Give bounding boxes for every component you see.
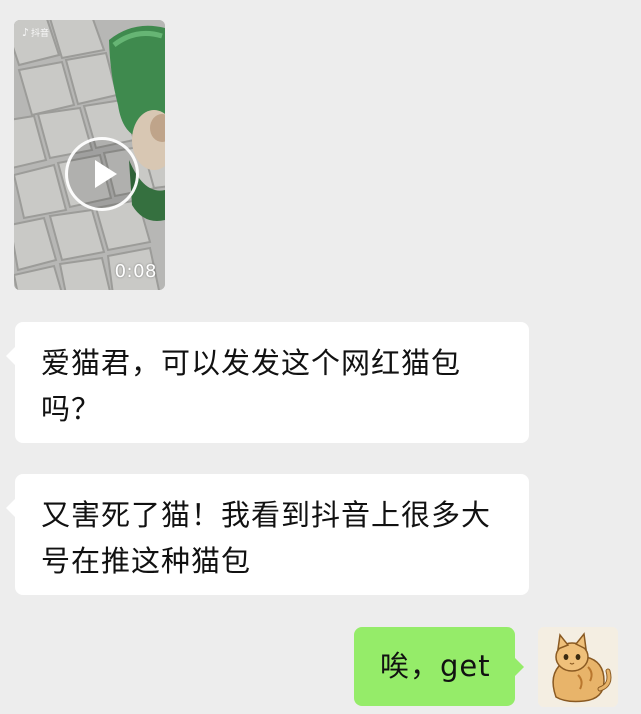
bubble-tail [6,498,16,518]
incoming-message-bubble[interactable]: 爱猫君，可以发发这个网红猫包吗？ [6,322,529,443]
tiktok-watermark-label: 抖音 [31,29,50,39]
message-text: 唉，get [380,649,491,683]
message-text: 又害死了猫！我看到抖音上很多大号在推这种猫包 [41,498,492,578]
bubble-tail [514,657,524,677]
avatar[interactable] [538,627,618,707]
play-button[interactable] [65,137,139,211]
video-message[interactable]: ♪ 抖音 0:08 [14,20,165,290]
incoming-message-bubble[interactable]: 又害死了猫！我看到抖音上很多大号在推这种猫包 [6,474,529,595]
tiktok-watermark: ♪ 抖音 [22,26,49,39]
bubble-tail [6,346,16,366]
play-icon [95,160,117,188]
outgoing-message-bubble[interactable]: 唉，get [354,627,524,706]
message-text: 爱猫君，可以发发这个网红猫包吗？ [41,346,462,426]
music-note-icon: ♪ [22,26,30,39]
video-duration: 0:08 [114,261,157,282]
cat-avatar-image [538,627,618,707]
